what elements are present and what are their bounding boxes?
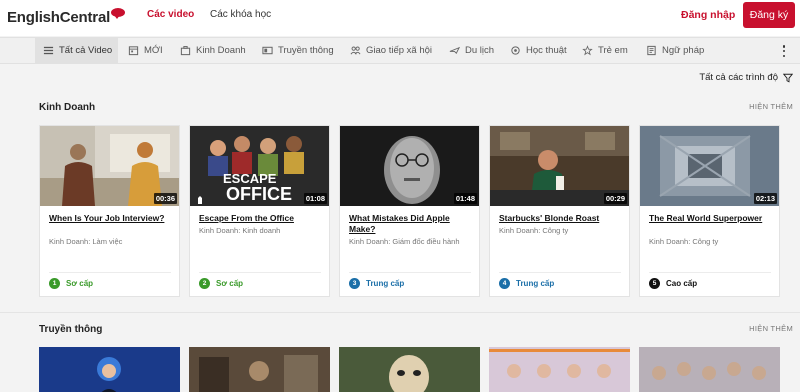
video-thumbnail[interactable] (189, 347, 330, 392)
video-thumbnail[interactable]: 00:36 (40, 126, 179, 206)
video-subtitle: Kinh Doanh: Công ty (649, 237, 719, 246)
level-filter[interactable]: Tất cả các trình độ (699, 72, 793, 83)
video-card[interactable]: 00:36 When Is Your Job Interview? Kinh D… (39, 125, 180, 297)
level-label: Cao cấp (666, 279, 698, 288)
kids-icon (582, 45, 593, 56)
divider (199, 272, 321, 273)
category-bar: Tất cả Video MỚI Kinh Doanh Truyền thông… (0, 37, 800, 64)
tab-business[interactable]: Kinh Doanh (180, 38, 246, 63)
section-divider (0, 312, 800, 313)
tab-label: Tất cả Video (59, 45, 113, 56)
video-subtitle: Kinh Doanh: Kinh doanh (199, 226, 281, 235)
section-title: Truyền thông (39, 324, 103, 335)
airplane-icon (449, 46, 460, 55)
video-title[interactable]: Escape From the Office (199, 213, 323, 224)
video-thumbnail[interactable] (489, 347, 630, 392)
level-indicator: 4 Trung cấp (499, 278, 554, 289)
duration-badge: 01:08 (303, 193, 327, 204)
tab-social[interactable]: Giao tiếp xã hội (350, 38, 432, 63)
level-indicator: 1 Sơ cấp (49, 278, 93, 289)
video-title[interactable]: The Real World Superpower (649, 213, 773, 224)
show-more-link[interactable]: HIỆN THÊM (749, 102, 793, 111)
video-thumbnail[interactable]: 02:13 (640, 126, 779, 206)
svg-text:OFFICE: OFFICE (226, 184, 292, 204)
level-label: Trung cấp (516, 279, 555, 288)
nav-videos-link[interactable]: Các video (147, 9, 194, 20)
level-number-badge: 3 (349, 278, 360, 289)
login-link[interactable]: Đăng nhập (681, 9, 735, 21)
tab-new[interactable]: MỚI (128, 38, 163, 63)
divider (49, 272, 171, 273)
briefcase-icon (180, 46, 191, 56)
filter-icon (783, 73, 793, 82)
video-card[interactable]: 02:13 The Real World Superpower Kinh Doa… (639, 125, 780, 297)
duration-badge: 01:48 (453, 193, 477, 204)
tab-label: Du lịch (465, 45, 495, 56)
video-thumbnail[interactable]: 00:29 (490, 126, 629, 206)
signup-button[interactable]: Đăng ký (743, 2, 795, 28)
more-options-icon[interactable] (781, 45, 787, 57)
tab-media[interactable]: Truyền thông (262, 38, 334, 63)
level-label: Sơ cấp (216, 279, 244, 288)
divider (499, 272, 621, 273)
tab-label: Giao tiếp xã hội (366, 45, 433, 56)
tab-label: Kinh Doanh (196, 45, 246, 56)
video-title[interactable]: What Mistakes Did Apple Make? (349, 213, 473, 234)
level-label: Trung cấp (366, 279, 405, 288)
level-number-badge: 4 (499, 278, 510, 289)
video-thumbnail[interactable] (39, 347, 180, 392)
video-thumbnail[interactable] (639, 347, 780, 392)
divider (649, 272, 771, 273)
divider (349, 272, 471, 273)
list-icon (43, 46, 54, 55)
level-number-badge: 2 (199, 278, 210, 289)
video-card[interactable]: ESCAPE OFFICE 01:08 Escape From the Offi… (189, 125, 330, 297)
tab-label: Truyền thông (278, 45, 334, 56)
tab-label: MỚI (144, 45, 163, 56)
video-subtitle: Kinh Doanh: Làm việc (49, 237, 123, 246)
tv-icon (262, 46, 273, 55)
video-title[interactable]: When Is Your Job Interview? (49, 213, 173, 224)
tab-grammar[interactable]: Ngữ pháp (646, 38, 704, 63)
video-title[interactable]: Starbucks' Blonde Roast (499, 213, 623, 224)
tab-academic[interactable]: Học thuật (510, 38, 567, 63)
level-indicator: 3 Trung cấp (349, 278, 404, 289)
nav-courses-link[interactable]: Các khóa học (210, 9, 271, 20)
section-title: Kinh Doanh (39, 102, 96, 113)
video-card[interactable]: 01:48 What Mistakes Did Apple Make? Kinh… (339, 125, 480, 297)
duration-badge: 00:36 (153, 193, 177, 204)
book-icon (511, 46, 520, 55)
level-number-badge: 1 (49, 278, 60, 289)
video-thumbnail[interactable]: ESCAPE OFFICE 01:08 (190, 126, 329, 206)
logo-text: EnglishCentral (7, 9, 111, 26)
video-subtitle: Kinh Doanh: Công ty (499, 226, 569, 235)
speech-bubble-icon (111, 8, 126, 19)
video-card[interactable]: 00:29 Starbucks' Blonde Roast Kinh Doanh… (489, 125, 630, 297)
level-label: Sơ cấp (66, 279, 94, 288)
tab-label: Học thuật (526, 45, 567, 56)
video-thumbnail[interactable]: 01:48 (340, 126, 479, 206)
calendar-icon (128, 46, 139, 56)
tab-label: Ngữ pháp (662, 45, 705, 56)
video-thumbnail[interactable] (339, 347, 480, 392)
tab-travel[interactable]: Du lịch (449, 38, 494, 63)
tab-label: Trẻ em (598, 45, 628, 56)
duration-badge: 00:29 (603, 193, 627, 204)
logo[interactable]: EnglishCentral (7, 6, 126, 26)
level-indicator: 5 Cao cấp (649, 278, 697, 289)
video-subtitle: Kinh Doanh: Giám đốc điều hành (349, 237, 460, 246)
grammar-icon (647, 45, 656, 56)
top-header: EnglishCentral Các video Các khóa học Đă… (0, 0, 800, 36)
show-more-link[interactable]: HIỆN THÊM (749, 324, 793, 333)
level-indicator: 2 Sơ cấp (199, 278, 243, 289)
tab-all-videos[interactable]: Tất cả Video (35, 38, 118, 63)
level-filter-label: Tất cả các trình độ (699, 72, 778, 83)
level-number-badge: 5 (649, 278, 660, 289)
people-icon (350, 46, 361, 55)
duration-badge: 02:13 (753, 193, 777, 204)
tab-kids[interactable]: Trẻ em (582, 38, 628, 63)
